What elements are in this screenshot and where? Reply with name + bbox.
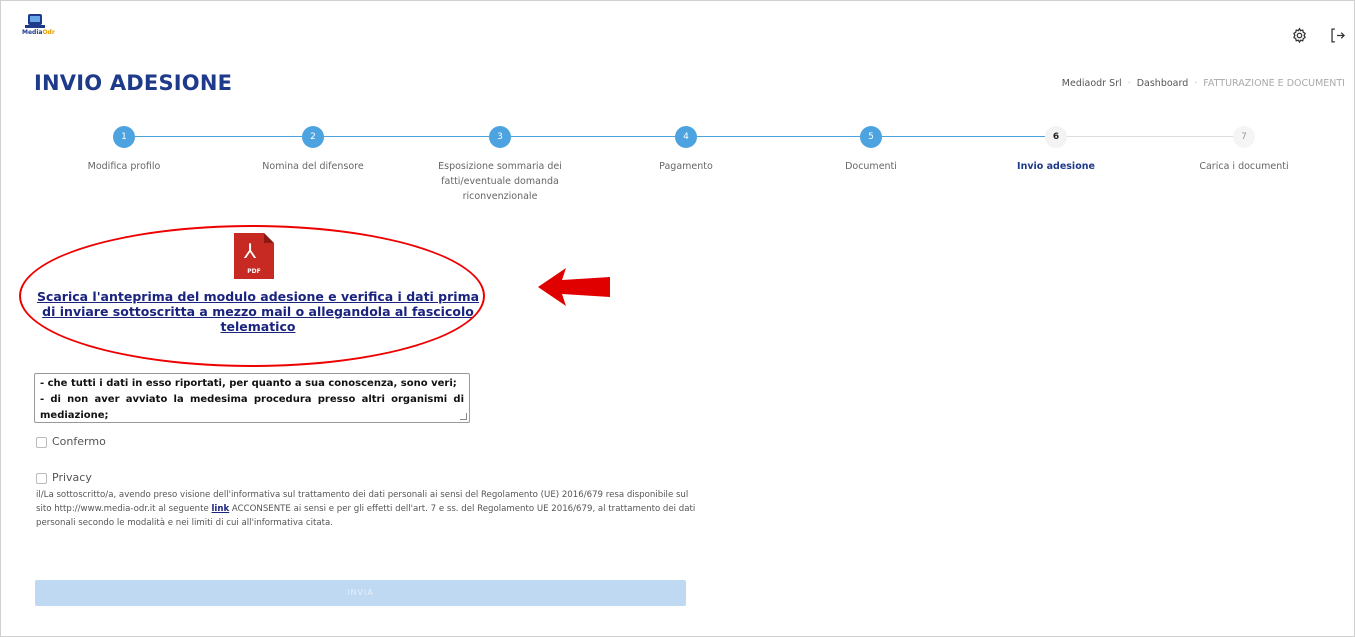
step-3-esposizione-fatti[interactable]: 3 Esposizione sommaria dei fatti/eventua… bbox=[430, 126, 570, 204]
privacy-checkbox[interactable] bbox=[36, 473, 47, 484]
submit-button[interactable]: INVIA bbox=[35, 580, 686, 606]
confirm-checkbox[interactable] bbox=[36, 437, 47, 448]
step-7-carica-documenti[interactable]: 7 Carica i documenti bbox=[1164, 126, 1324, 174]
pdf-file-icon[interactable]: ⅄ PDF bbox=[234, 233, 274, 279]
step-number: 4 bbox=[675, 126, 697, 148]
step-6-invio-adesione[interactable]: 6 Invio adesione bbox=[976, 126, 1136, 174]
step-5-documenti[interactable]: 5 Documenti bbox=[791, 126, 951, 174]
step-number: 2 bbox=[302, 126, 324, 148]
download-preview-link[interactable]: Scarica l'anteprima del modulo adesione … bbox=[30, 289, 486, 334]
step-label: Documenti bbox=[845, 161, 897, 172]
step-label: Esposizione sommaria dei fatti/eventuale… bbox=[438, 161, 562, 202]
step-label: Invio adesione bbox=[1017, 161, 1095, 172]
step-4-pagamento[interactable]: 4 Pagamento bbox=[606, 126, 766, 174]
step-number: 1 bbox=[113, 126, 135, 148]
step-label: Nomina del difensore bbox=[262, 161, 364, 172]
step-label: Carica i documenti bbox=[1199, 161, 1289, 172]
breadcrumb-item-company[interactable]: Mediaodr Srl bbox=[1062, 78, 1122, 89]
breadcrumb-item-dashboard[interactable]: Dashboard bbox=[1137, 78, 1189, 89]
breadcrumb-item-current: FATTURAZIONE E DOCUMENTI bbox=[1203, 78, 1345, 89]
mediaodr-logo[interactable]: MediaOdr bbox=[22, 14, 55, 38]
privacy-policy-link[interactable]: link bbox=[211, 504, 229, 514]
declaration-line-3: mediazione; bbox=[40, 410, 109, 421]
step-label: Pagamento bbox=[659, 161, 713, 172]
step-number: 5 bbox=[860, 126, 882, 148]
logo-text-accent: Odr bbox=[42, 29, 55, 36]
step-number: 6 bbox=[1045, 126, 1067, 148]
step-number: 7 bbox=[1233, 126, 1255, 148]
step-1-modifica-profilo[interactable]: 1 Modifica profilo bbox=[44, 126, 204, 174]
confirm-label[interactable]: Confermo bbox=[52, 435, 106, 448]
pdf-tag: PDF bbox=[247, 268, 261, 275]
breadcrumb: Mediaodr Srl · Dashboard · FATTURAZIONE E DO… bbox=[1061, 78, 1345, 89]
declaration-line-1: - che tutti i dati in esso riportati, pe… bbox=[40, 378, 457, 389]
step-number: 3 bbox=[489, 126, 511, 148]
declaration-textarea[interactable]: - che tutti i dati in esso riportati, pe… bbox=[34, 373, 470, 423]
declaration-line-2: - di non aver avviato la medesima proced… bbox=[40, 394, 464, 405]
logout-icon[interactable] bbox=[1328, 27, 1346, 47]
annotation-arrow-icon bbox=[538, 268, 610, 306]
step-label: Modifica profilo bbox=[87, 161, 161, 172]
step-2-nomina-difensore[interactable]: 2 Nomina del difensore bbox=[233, 126, 393, 174]
privacy-consent-text: il/La sottoscritto/a, avendo preso visio… bbox=[36, 488, 696, 530]
resize-handle-icon[interactable] bbox=[460, 413, 467, 420]
logo-monitor-icon bbox=[28, 14, 42, 25]
privacy-label[interactable]: Privacy bbox=[52, 471, 92, 484]
settings-gear-icon[interactable] bbox=[1291, 27, 1308, 47]
page-title: INVIO ADESIONE bbox=[34, 71, 233, 95]
logo-text: Media bbox=[22, 29, 43, 36]
